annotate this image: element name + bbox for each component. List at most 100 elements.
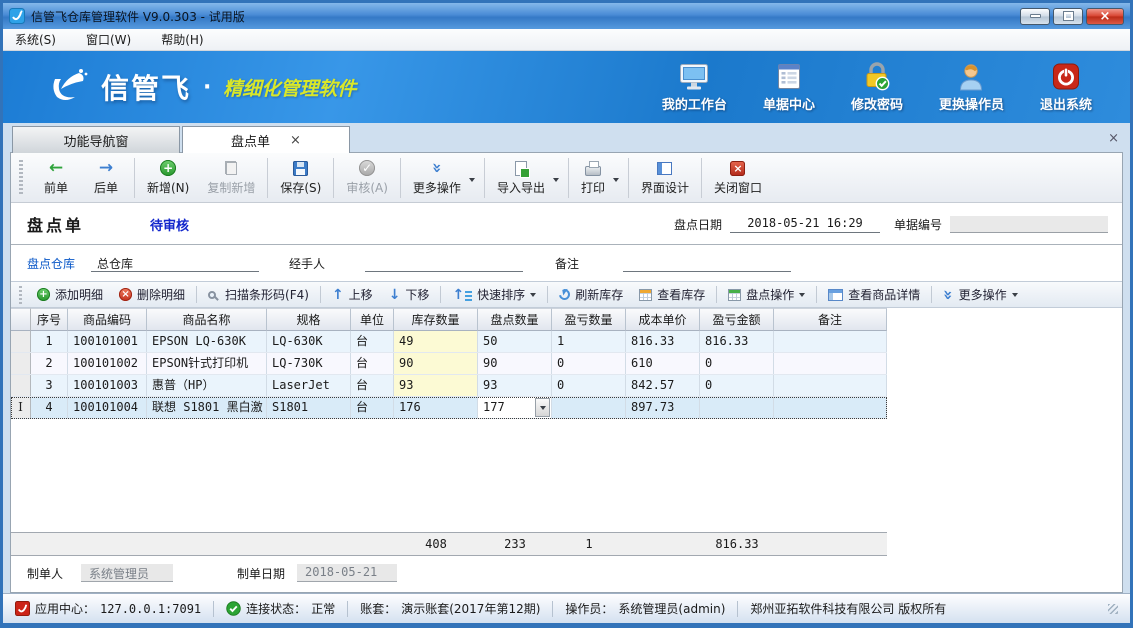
cell-remark[interactable] <box>774 331 887 352</box>
cell-unit[interactable]: 台 <box>351 375 394 396</box>
column-header[interactable]: 商品名称 <box>147 308 267 331</box>
cell-indicator[interactable] <box>11 353 31 374</box>
cell-diff_amount[interactable] <box>700 397 774 418</box>
close-window-button[interactable]: × 关闭窗口 <box>705 156 771 199</box>
menu-window[interactable]: 窗口(W) <box>86 31 131 48</box>
cell-indicator[interactable] <box>11 331 31 352</box>
cell-seq[interactable]: 1 <box>31 331 68 352</box>
change-operator-button[interactable]: 更换操作员 <box>939 62 1004 113</box>
move-down-button[interactable]: ↓ 下移 <box>382 286 437 303</box>
cell-diff_amount[interactable]: 0 <box>700 353 774 374</box>
cell-name[interactable]: EPSON LQ-630K <box>147 331 267 352</box>
cell-counted[interactable]: 50 <box>478 331 552 352</box>
cell-spec[interactable]: LaserJet <box>267 375 351 396</box>
cell-stock[interactable]: 49 <box>394 331 478 352</box>
view-product-detail-button[interactable]: 查看商品详情 <box>821 286 927 303</box>
table-row[interactable]: 1100101001EPSON LQ-630KLQ-630K台49501816.… <box>11 331 887 353</box>
cell-remark[interactable] <box>774 375 887 396</box>
cell-seq[interactable]: 4 <box>31 397 68 418</box>
cell-name[interactable]: 惠普（HP） <box>147 375 267 396</box>
cell-counted[interactable]: 177 <box>478 397 552 418</box>
my-workspace-button[interactable]: 我的工作台 <box>662 62 727 113</box>
resize-grip[interactable] <box>1108 604 1118 614</box>
menu-help[interactable]: 帮助(H) <box>161 31 203 48</box>
remark-field[interactable] <box>623 255 791 272</box>
column-header[interactable]: 序号 <box>31 308 68 331</box>
cell-stock[interactable]: 90 <box>394 353 478 374</box>
column-header[interactable]: 商品编码 <box>68 308 147 331</box>
column-header[interactable]: 盈亏数量 <box>552 308 626 331</box>
column-header[interactable]: 成本单价 <box>626 308 700 331</box>
scan-barcode-button[interactable]: 扫描条形码(F4) <box>201 286 316 303</box>
exit-system-button[interactable]: 退出系统 <box>1040 62 1092 113</box>
cell-remark[interactable] <box>774 353 887 374</box>
cell-diff_qty[interactable]: 0 <box>552 353 626 374</box>
cell-code[interactable]: 100101001 <box>68 331 147 352</box>
column-header[interactable]: 盈亏金额 <box>700 308 774 331</box>
tab-close-icon[interactable]: × <box>290 134 301 147</box>
cell-diff_amount[interactable]: 0 <box>700 375 774 396</box>
cell-spec[interactable]: LQ-630K <box>267 331 351 352</box>
cell-cost[interactable]: 842.57 <box>626 375 700 396</box>
cell-seq[interactable]: 2 <box>31 353 68 374</box>
add-detail-button[interactable]: + 添加明细 <box>30 286 110 303</box>
column-header[interactable]: 库存数量 <box>394 308 478 331</box>
copy-new-button[interactable]: 复制新增 <box>198 156 264 199</box>
cell-unit[interactable]: 台 <box>351 397 394 418</box>
cell-cost[interactable]: 610 <box>626 353 700 374</box>
delete-detail-button[interactable]: × 删除明细 <box>112 286 192 303</box>
cell-name[interactable]: 联想 S1801 黑白激 <box>147 397 267 418</box>
grid-more-actions-button[interactable]: » 更多操作 <box>936 286 1024 303</box>
refresh-stock-button[interactable]: 刷新库存 <box>552 286 630 303</box>
cell-name[interactable]: EPSON针式打印机 <box>147 353 267 374</box>
minimize-button[interactable] <box>1020 8 1050 25</box>
column-header[interactable]: 备注 <box>774 308 887 331</box>
cell-stock[interactable]: 93 <box>394 375 478 396</box>
new-doc-button[interactable]: + 新增(N) <box>138 156 198 199</box>
cell-code[interactable]: 100101003 <box>68 375 147 396</box>
cell-code[interactable]: 100101004 <box>68 397 147 418</box>
cell-indicator[interactable]: I <box>11 397 31 418</box>
cell-code[interactable]: 100101002 <box>68 353 147 374</box>
tab-nav-panel[interactable]: 功能导航窗 <box>12 126 180 153</box>
cell-diff_qty[interactable]: 1 <box>552 331 626 352</box>
cell-counted[interactable]: 93 <box>478 375 552 396</box>
cell-diff_amount[interactable]: 816.33 <box>700 331 774 352</box>
move-up-button[interactable]: ↑ 上移 <box>325 286 380 303</box>
tab-inventory-count[interactable]: 盘点单 × <box>182 126 350 153</box>
cell-remark[interactable] <box>774 397 887 418</box>
table-row[interactable]: 2100101002EPSON针式打印机LQ-730K台909006100 <box>11 353 887 375</box>
next-doc-button[interactable]: → 后单 <box>81 156 131 199</box>
table-row[interactable]: 3100101003惠普（HP）LaserJet台93930842.570 <box>11 375 887 397</box>
column-header[interactable]: 盘点数量 <box>478 308 552 331</box>
table-row[interactable]: I4100101004联想 S1801 黑白激S1801台176177897.7… <box>11 397 887 419</box>
column-header[interactable]: 单位 <box>351 308 394 331</box>
prev-doc-button[interactable]: ← 前单 <box>31 156 81 199</box>
save-button[interactable]: 保存(S) <box>271 156 330 199</box>
tabstrip-close-icon[interactable]: × <box>1108 132 1119 145</box>
view-stock-button[interactable]: 查看库存 <box>632 286 712 303</box>
change-password-button[interactable]: 修改密码 <box>851 62 903 113</box>
ui-design-button[interactable]: 界面设计 <box>632 156 698 199</box>
quick-sort-button[interactable]: ↑ 快速排序 <box>445 286 543 303</box>
count-operations-button[interactable]: 盘点操作 <box>721 286 812 303</box>
cell-cost[interactable]: 897.73 <box>626 397 700 418</box>
cell-diff_qty[interactable]: 0 <box>552 375 626 396</box>
cell-seq[interactable]: 3 <box>31 375 68 396</box>
cell-counted[interactable]: 90 <box>478 353 552 374</box>
warehouse-field[interactable]: 总仓库 <box>91 255 259 272</box>
cell-cost[interactable]: 816.33 <box>626 331 700 352</box>
handler-field[interactable] <box>365 255 523 272</box>
restore-button[interactable] <box>1053 8 1083 25</box>
print-button[interactable]: 打印 <box>572 156 625 199</box>
grid-toolbar-grip[interactable] <box>19 286 22 304</box>
import-export-button[interactable]: 导入导出 <box>488 156 565 199</box>
cell-unit[interactable]: 台 <box>351 331 394 352</box>
column-header[interactable]: 规格 <box>267 308 351 331</box>
count-date-field[interactable]: 2018-05-21 16:29 <box>730 216 880 233</box>
cell-indicator[interactable] <box>11 375 31 396</box>
cell-spec[interactable]: LQ-730K <box>267 353 351 374</box>
audit-button[interactable]: ✓ 审核(A) <box>337 156 397 199</box>
toolbar-grip[interactable] <box>19 160 23 196</box>
cell-spec[interactable]: S1801 <box>267 397 351 418</box>
